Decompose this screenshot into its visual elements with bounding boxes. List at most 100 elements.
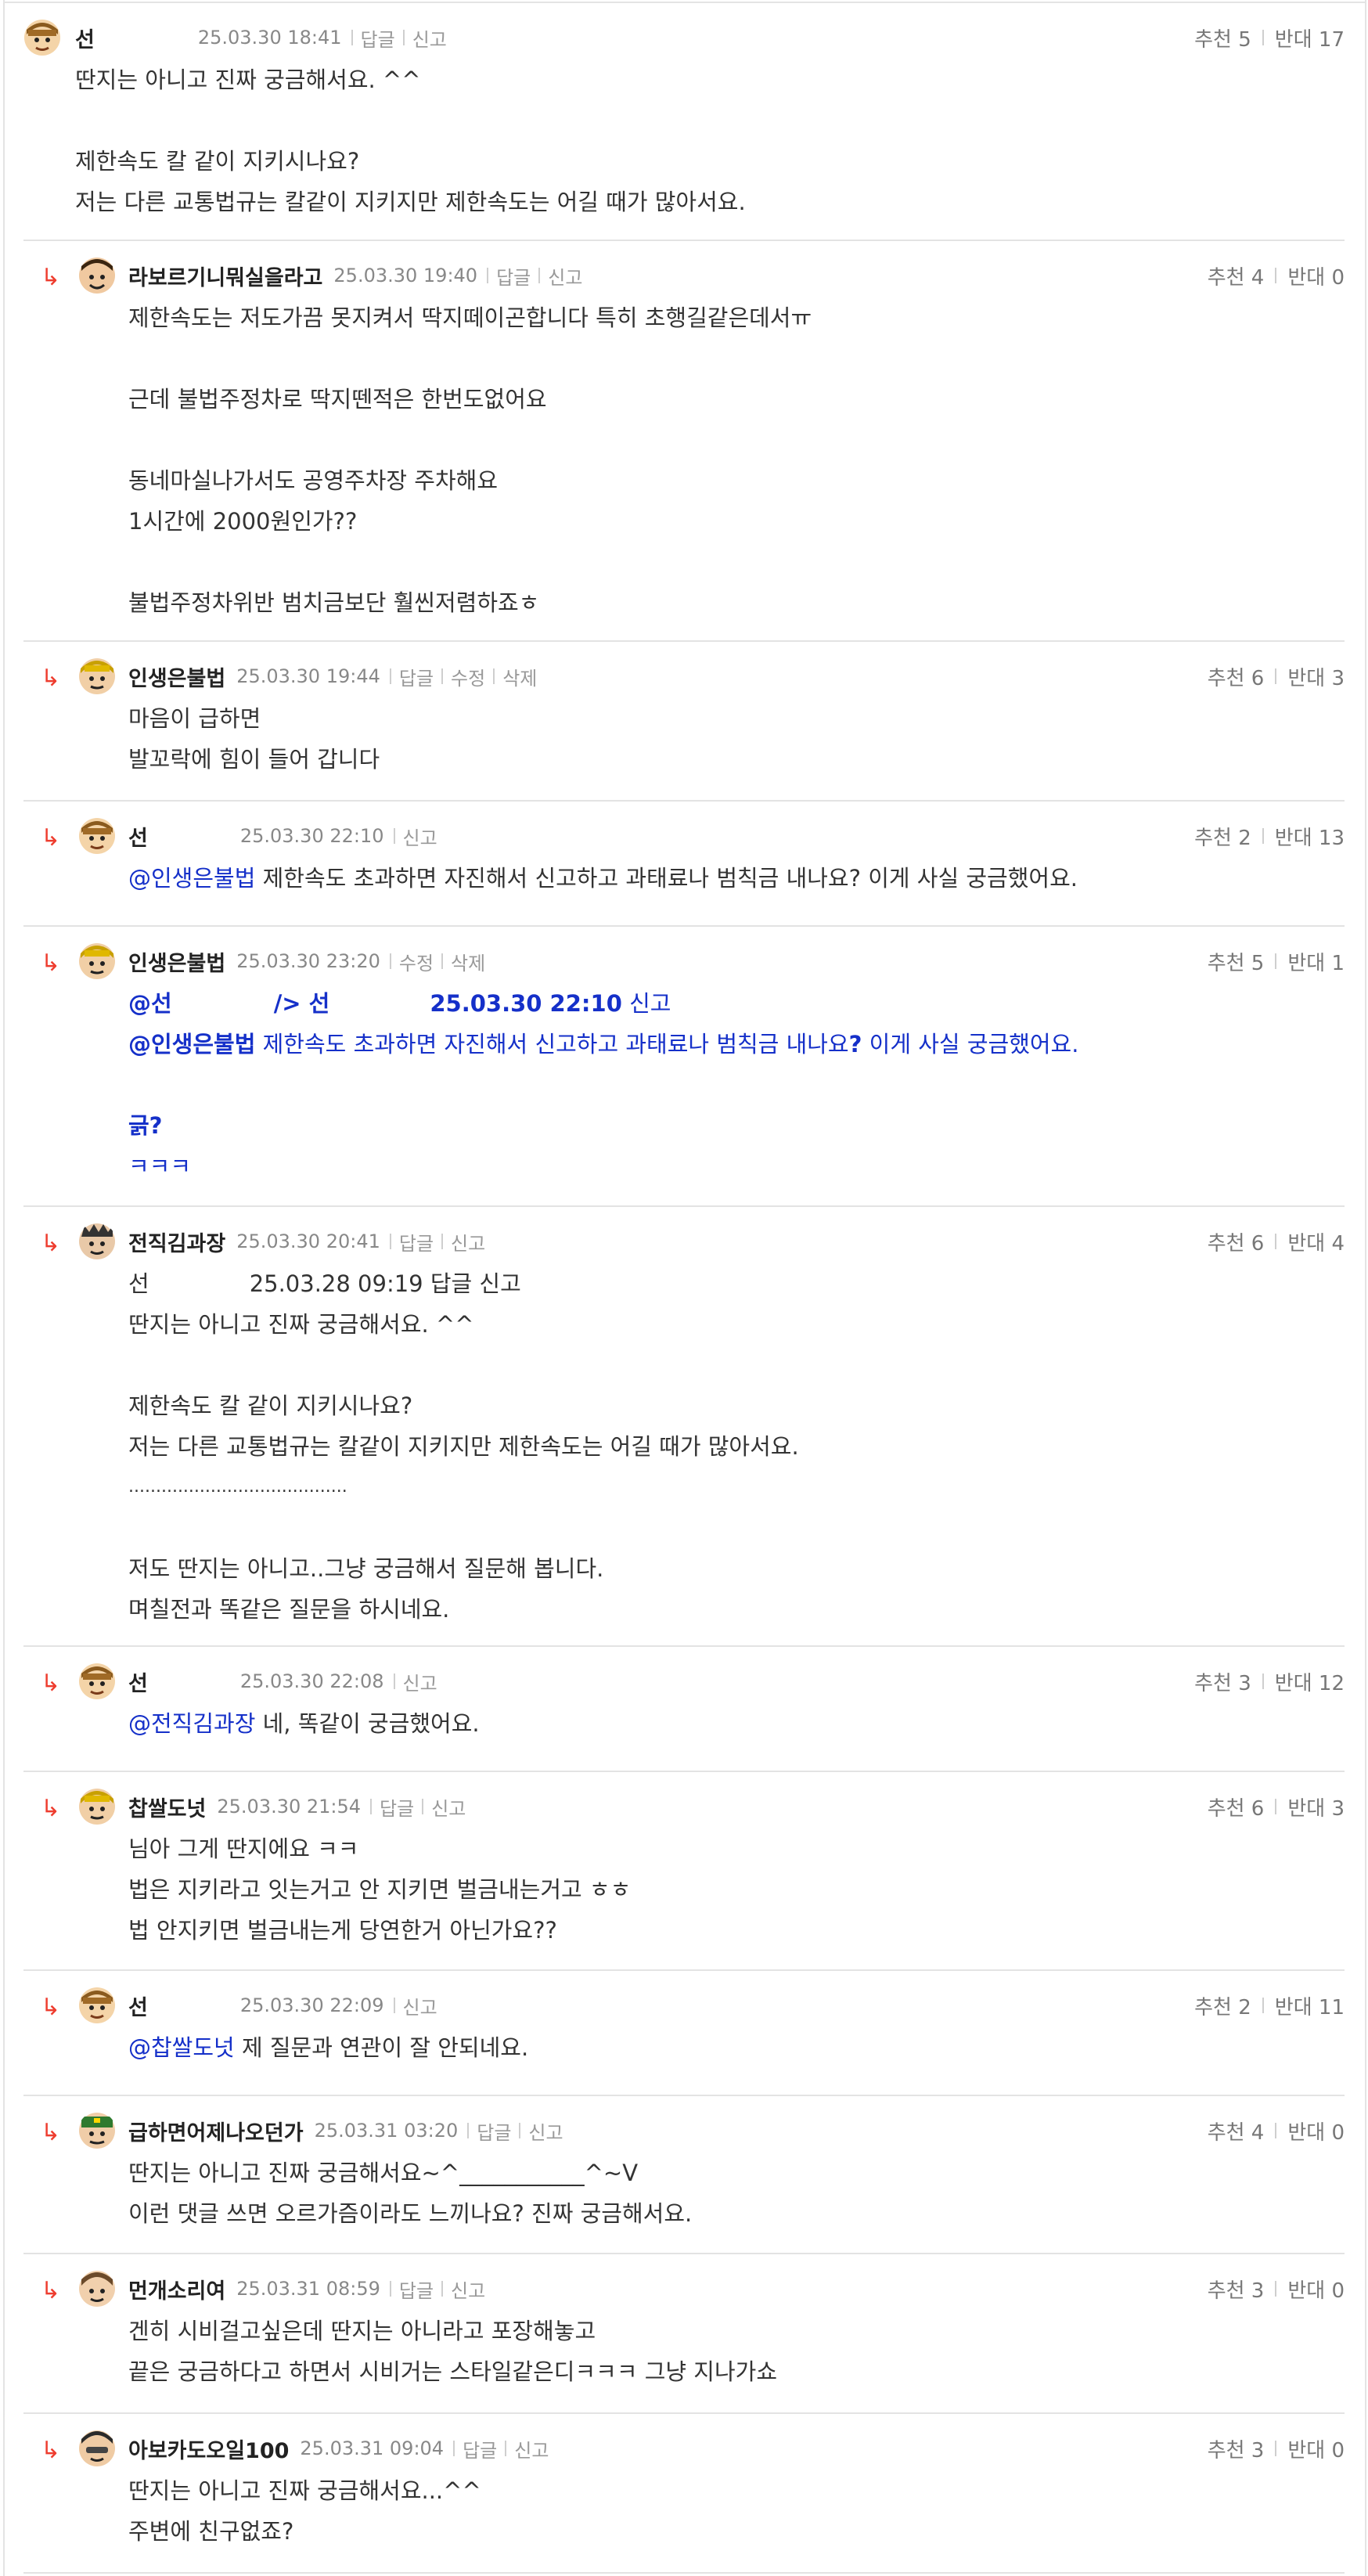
reply-link[interactable]: 답글 [496,262,531,290]
downvote-button[interactable]: 반대 17 [1275,23,1345,52]
reply-item: ↳ 급하면어제나오던가 25.03.31 03:20 답글 신고 추천 4 반대… [23,2096,1345,2254]
reply-link[interactable]: 답글 [399,2275,434,2303]
reply-link[interactable]: 답글 [477,2117,511,2145]
downvote-button[interactable]: 반대 0 [1287,261,1345,290]
upvote-button[interactable]: 추천 6 [1208,662,1265,691]
reply-link[interactable]: 답글 [463,2435,497,2463]
upvote-button[interactable]: 추천 3 [1208,2434,1265,2463]
upvote-button[interactable]: 추천 2 [1194,1991,1251,2020]
author-nickname[interactable]: 인생은불법 [128,946,225,977]
report-link[interactable]: 신고 [412,24,447,52]
report-link[interactable]: 신고 [451,2275,485,2303]
user-avatar-icon[interactable] [78,2430,116,2467]
vote-box: 추천 6 반대 3 [1208,1788,1345,1825]
user-avatar-icon[interactable] [78,1663,116,1700]
upvote-button[interactable]: 추천 2 [1194,822,1251,851]
report-link[interactable]: 신고 [451,1228,485,1256]
report-link[interactable]: 신고 [431,1793,466,1821]
report-link[interactable]: 신고 [403,1668,437,1695]
user-avatar-icon[interactable] [78,1987,116,2024]
delete-link[interactable]: 삭제 [502,663,537,690]
downvote-button[interactable]: 반대 11 [1275,1991,1345,2020]
comment-line: 님아 그게 딴지에요 ㅋㅋ [128,1836,359,1862]
user-avatar-icon[interactable] [78,942,116,980]
comment-date: 25.03.30 21:54 [217,1796,362,1818]
author-nickname[interactable]: 아보카도오일100 [128,2434,289,2464]
quoted-actions: 답글 신고 [430,1270,521,1297]
comment-date: 25.03.30 23:20 [236,950,380,972]
author-nickname[interactable]: 찹쌀도넛 [128,1792,206,1822]
author-nickname[interactable]: 인생은불법 [128,661,225,692]
comment-body: @선 /> 선 25.03.30 22:10 신고 @인생은불법 제한속도 초과하면… [128,983,1078,1187]
upvote-button[interactable]: 추천 4 [1208,261,1265,290]
user-avatar-icon[interactable] [78,2270,116,2308]
author-nickname[interactable]: 선 [128,821,148,852]
downvote-count: 0 [1331,2279,1345,2303]
comment-line: 끝은 궁금하다고 하면서 시비거는 스타일같은디ㅋㅋㅋ 그냥 지나가쇼 [128,2358,778,2385]
user-avatar-icon[interactable] [78,1788,116,1825]
downvote-button[interactable]: 반대 1 [1287,947,1345,976]
author-nickname[interactable]: 먼개소리여 [128,2274,225,2304]
upvote-button[interactable]: 추천 4 [1208,2117,1265,2145]
user-avatar-icon[interactable] [78,1223,116,1260]
downvote-button[interactable]: 반대 0 [1287,2275,1345,2304]
quoted-header: 선 25.03.28 09:19 답글 신고 [128,1263,799,1304]
quoted-header: @선 /> 선 25.03.30 22:10 신고 [128,983,1078,1024]
comment-line: @인생은불법 제한속도 초과하면 자진해서 신고하고 과태료나 범칙금 내나요?… [128,858,1078,899]
quoted-mention[interactable]: @인생은불법 [128,1031,255,1057]
quoted-text-part: 제한속도 초과하면 자진해서 신고하고 과태료나 범칙금 내나요 [255,1031,849,1057]
user-avatar-icon[interactable] [23,19,61,56]
comment-line: 딴지는 아니고 진짜 궁금해서요. ^^ [128,1311,474,1338]
reply-link[interactable]: 답글 [380,1793,414,1821]
reply-arrow-icon: ↳ [41,2437,61,2464]
upvote-button[interactable]: 추천 5 [1194,23,1251,52]
comment-line: 저도 딴지는 아니고..그냥 궁금해서 질문해 봅니다. [128,1555,604,1582]
author-nickname[interactable]: 선 [75,23,95,53]
delete-link[interactable]: 삭제 [451,948,485,975]
upvote-button[interactable]: 추천 6 [1208,1792,1265,1821]
mention-link[interactable]: @찹쌀도넛 [128,2034,235,2061]
reply-arrow-icon: ↳ [41,665,61,692]
quoted-mention[interactable]: @선 [128,990,172,1017]
upvote-button[interactable]: 추천 3 [1194,1667,1251,1696]
downvote-count: 17 [1318,27,1345,52]
author-nickname[interactable]: 전직김과장 [128,1227,225,1257]
author-nickname[interactable]: 선 [128,1666,148,1697]
downvote-button[interactable]: 반대 0 [1287,2117,1345,2145]
downvote-button[interactable]: 반대 4 [1287,1227,1345,1256]
user-avatar-icon[interactable] [78,2112,116,2149]
upvote-button[interactable]: 추천 5 [1208,947,1265,976]
upvote-button[interactable]: 추천 6 [1208,1227,1265,1256]
user-avatar-icon[interactable] [78,257,116,294]
report-link[interactable]: 신고 [514,2435,549,2463]
edit-link[interactable]: 수정 [451,663,485,690]
comment-line: @찹쌀도넛 제 질문과 연관이 잘 안되네요. [128,2027,528,2068]
comment-line [75,100,746,141]
report-link[interactable]: 신고 [403,823,437,850]
comment-date: 25.03.30 18:41 [197,27,342,49]
vote-box: 추천 3 반대 12 [1194,1663,1345,1700]
reply-link[interactable]: 답글 [361,24,395,52]
reply-link[interactable]: 답글 [399,663,434,690]
report-link[interactable]: 신고 [403,1992,437,2019]
downvote-count: 0 [1331,2120,1345,2145]
reply-link[interactable]: 답글 [399,1228,434,1256]
author-nickname[interactable]: 라보르기니뭐실을라고 [128,261,322,291]
upvote-button[interactable]: 추천 3 [1208,2275,1265,2304]
user-avatar-icon[interactable] [78,817,116,855]
report-link[interactable]: 신고 [548,262,582,290]
downvote-button[interactable]: 반대 12 [1275,1667,1345,1696]
edit-link[interactable]: 수정 [399,948,434,975]
downvote-button[interactable]: 반대 3 [1287,662,1345,691]
upvote-count: 4 [1251,265,1265,290]
downvote-button[interactable]: 반대 13 [1275,822,1345,851]
mention-link[interactable]: @인생은불법 [128,865,255,892]
downvote-button[interactable]: 반대 3 [1287,1792,1345,1821]
author-nickname[interactable]: 급하면어제나오던가 [128,2116,304,2146]
mention-link[interactable]: @전직김과장 [128,1710,255,1737]
comment-body: @전직김과장 네, 똑같이 궁금했어요. [128,1703,480,1744]
report-link[interactable]: 신고 [528,2117,563,2145]
user-avatar-icon[interactable] [78,658,116,695]
author-nickname[interactable]: 선 [128,1991,148,2021]
downvote-button[interactable]: 반대 0 [1287,2434,1345,2463]
